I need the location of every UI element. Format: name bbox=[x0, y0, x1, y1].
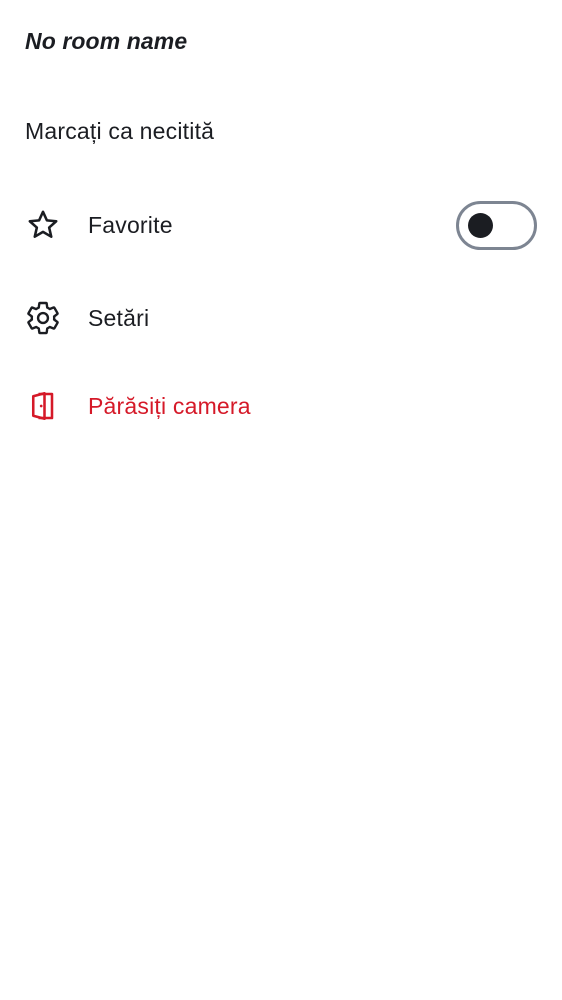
mark-unread-item[interactable]: Marcați ca necitită bbox=[0, 91, 562, 171]
favourite-label: Favorite bbox=[88, 211, 173, 238]
settings-label: Setări bbox=[88, 304, 150, 331]
leave-room-label: Părăsiți camera bbox=[88, 392, 251, 419]
mark-unread-label: Marcați ca necitită bbox=[25, 117, 215, 144]
toggle-knob bbox=[468, 213, 493, 238]
gear-icon bbox=[25, 300, 61, 336]
favourite-item[interactable]: Favorite bbox=[0, 185, 562, 265]
star-outline-icon bbox=[25, 207, 61, 243]
favourite-toggle[interactable] bbox=[456, 201, 537, 250]
settings-item[interactable]: Setări bbox=[0, 278, 562, 358]
leave-door-icon bbox=[25, 388, 61, 424]
room-name-title: No room name bbox=[25, 28, 188, 54]
leave-room-item[interactable]: Părăsiți camera bbox=[0, 366, 562, 446]
